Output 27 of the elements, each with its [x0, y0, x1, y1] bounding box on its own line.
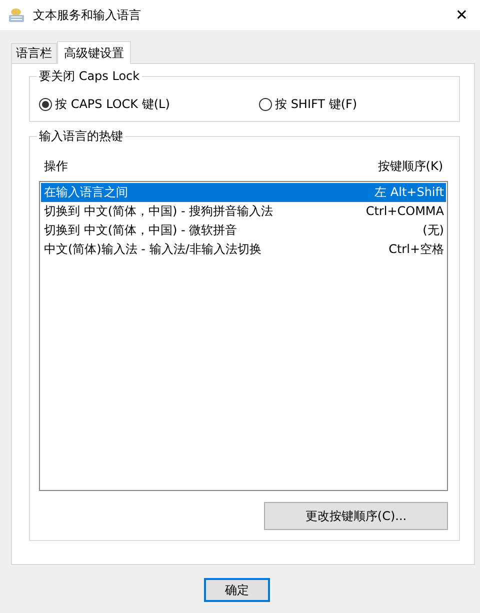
radio-option[interactable]: 按 CAPS LOCK 键(L): [39, 95, 259, 113]
window-title: 文本服务和输入语言: [33, 7, 142, 24]
action-text: 切换到 中文(简体，中国) - 微软拼音: [44, 222, 238, 239]
column-header: 按键顺序(K): [378, 158, 443, 175]
radio-button[interactable]: [259, 98, 272, 110]
key-sequence: Ctrl+COMMA: [366, 203, 444, 220]
keyboard-icon: [8, 7, 25, 23]
action-text: 中文(简体)输入法 - 输入法/非输入法切换: [44, 241, 262, 258]
column-header: 操作: [44, 158, 68, 175]
ok-button[interactable]: 确定: [204, 578, 270, 602]
close-button[interactable]: ✕: [451, 8, 472, 22]
radio-option[interactable]: 按 SHIFT 键(F): [259, 95, 358, 113]
key-sequence: Ctrl+空格: [388, 241, 444, 258]
key-sequence: (无): [422, 222, 444, 239]
action-text: 切换到 中文(简体，中国) - 搜狗拼音输入法: [44, 203, 274, 220]
tab[interactable]: 语言栏: [11, 43, 57, 63]
action-text: 在输入语言之间: [44, 184, 128, 201]
list-row[interactable]: 切换到 中文(简体，中国) - 微软拼音 (无): [41, 221, 446, 240]
radio-button[interactable]: [39, 98, 52, 110]
change-order-button[interactable]: 更改按键顺序(C)...: [264, 502, 448, 530]
list-row[interactable]: 切换到 中文(简体，中国) - 搜狗拼音输入法 Ctrl+COMMA: [41, 202, 446, 221]
list-row[interactable]: 在输入语言之间 左 Alt+Shift: [41, 183, 446, 202]
list-row[interactable]: 中文(简体)输入法 - 输入法/非输入法切换 Ctrl+空格: [41, 240, 446, 259]
group-title: 输入语言的热键: [37, 128, 125, 144]
key-sequence: 左 Alt+Shift: [374, 184, 444, 201]
tab[interactable]: 高级键设置: [57, 41, 131, 64]
group-title: 要关闭 Caps Lock: [37, 68, 142, 84]
